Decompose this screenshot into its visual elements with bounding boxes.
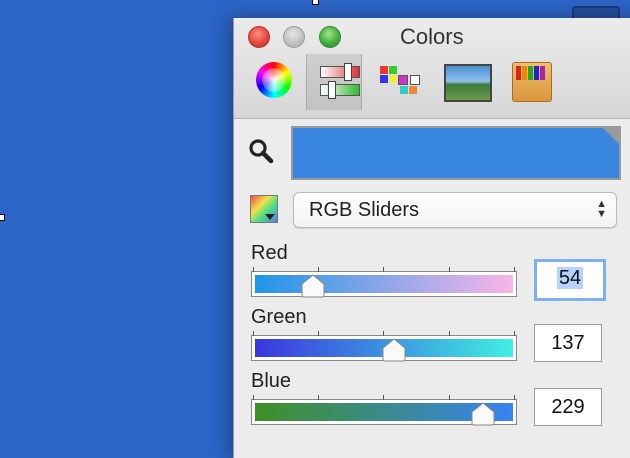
close-button[interactable]: [248, 26, 270, 48]
slider-tick: [253, 267, 254, 272]
colors-window: Colors RGB Sliders ▲ ▼ Red 54 Green 137 …: [233, 18, 630, 458]
green-label: Green: [251, 306, 307, 328]
slider-tick: [383, 395, 384, 400]
selection-handle-top[interactable]: [312, 0, 319, 5]
color-profile-button[interactable]: [250, 195, 278, 223]
magnifier-icon[interactable]: [248, 138, 274, 164]
slider-tick: [514, 331, 515, 336]
blue-label: Blue: [251, 370, 292, 392]
zoom-button[interactable]: [319, 26, 341, 48]
slider-bar-icon: [320, 66, 360, 78]
slider-tick: [318, 395, 319, 400]
slider-tick: [383, 331, 384, 336]
dropdown-chevron-icon: ▲ ▼: [596, 198, 607, 220]
mode-dropdown-label: RGB Sliders: [309, 199, 420, 221]
palette-grid-icon[interactable]: [380, 66, 428, 98]
slider-tick: [514, 267, 515, 272]
blue-slider-thumb[interactable]: [470, 402, 496, 426]
slider-knob-icon: [344, 63, 352, 81]
slider-tick: [514, 395, 515, 400]
mode-dropdown[interactable]: RGB Sliders ▲ ▼: [293, 192, 617, 228]
red-value-field[interactable]: 54: [534, 259, 606, 301]
window-titlebar: Colors: [234, 18, 630, 119]
slider-tick: [449, 267, 450, 272]
slider-tick: [253, 395, 254, 400]
crayons-icon[interactable]: [512, 62, 552, 102]
minimize-button[interactable]: [283, 26, 305, 48]
green-slider[interactable]: [251, 331, 517, 362]
window-title: Colors: [400, 24, 464, 49]
slider-bar-icon: [320, 84, 360, 96]
slider-tick: [318, 331, 319, 336]
sliders-icon[interactable]: [318, 63, 360, 99]
slider-tick: [253, 331, 254, 336]
blue-value-field[interactable]: 229: [534, 388, 602, 426]
red-label: Red: [251, 242, 288, 264]
red-slider-thumb[interactable]: [300, 274, 326, 298]
blue-slider[interactable]: [251, 395, 517, 426]
current-color-swatch[interactable]: [291, 126, 621, 180]
slider-tick: [449, 331, 450, 336]
slider-tick: [449, 395, 450, 400]
selection-handle-left[interactable]: [0, 214, 5, 221]
image-icon[interactable]: [444, 64, 492, 102]
color-wheel-icon[interactable]: [256, 62, 292, 98]
green-slider-thumb[interactable]: [381, 338, 407, 362]
swatch-corner-fold: [603, 128, 619, 144]
green-value-field[interactable]: 137: [534, 324, 602, 362]
slider-knob-icon: [328, 81, 336, 99]
slider-tick: [318, 267, 319, 272]
red-slider[interactable]: [251, 267, 517, 298]
slider-tick: [383, 267, 384, 272]
red-slider-gradient: [255, 275, 513, 293]
red-value-text: 54: [556, 267, 584, 289]
